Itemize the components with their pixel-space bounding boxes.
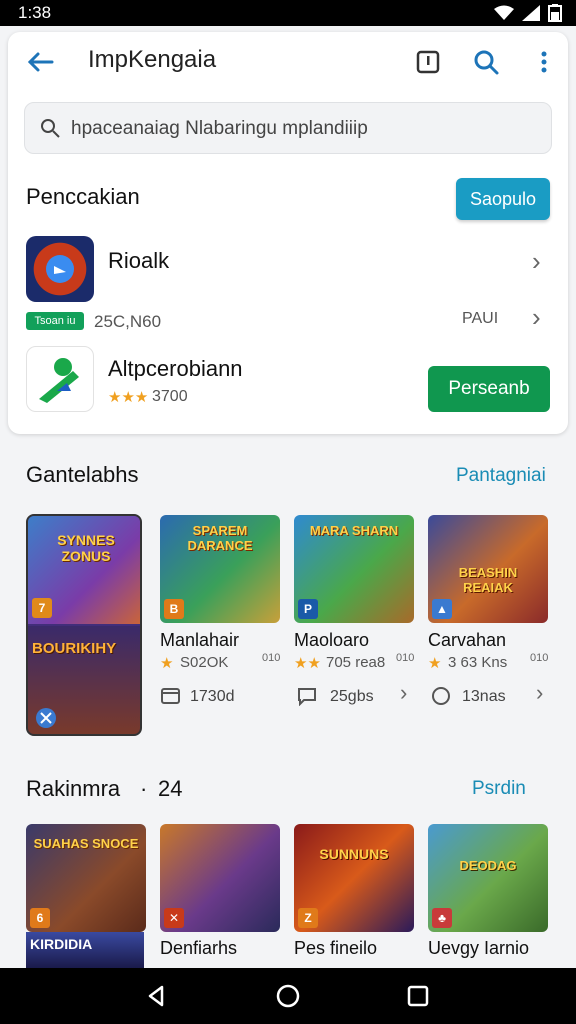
info-icon[interactable] [412,46,444,78]
featured-top-text: SYNNES ZONUS [57,532,115,564]
top-card: ImpKengaia hpaceanaiag Nlabaringu mpland… [8,32,568,434]
app-right-label: PAUI [462,310,499,327]
app-logo-icon [46,255,74,283]
battery-icon [548,4,562,22]
star-rating-icon: ★★★ [108,389,149,406]
see-more-link[interactable]: Pantagniai [456,465,546,487]
section-heading: Gantelabhs [26,462,139,487]
game-banner: SPAREM DARANCE [187,523,253,553]
recents-nav-icon[interactable] [406,984,430,1008]
featured-bottom-text: BOURIKIHY [32,640,117,657]
back-nav-icon[interactable] [144,984,168,1008]
chevron-right-icon[interactable]: › [536,680,543,706]
game-tile[interactable]: MARA SHARN P [294,515,414,623]
game-badge-icon: 7 [32,598,52,618]
game-small-label: 010 [396,652,415,664]
search-icon [41,119,60,138]
game-name[interactable]: KIRDIDIA [30,936,92,952]
game-rating: 705 rea8 [326,654,386,671]
game-name[interactable]: Maoloaro [294,630,369,651]
game-badge-icon: ✕ [164,908,184,928]
game-name[interactable]: Uevgy Iarnio [428,938,529,959]
section-action-button[interactable]: Saopulo [456,178,550,220]
back-arrow-icon[interactable] [24,46,56,78]
featured-game-card[interactable]: SYNNES ZONUS 7 BOURIKIHY [26,514,142,736]
game-badge-icon: Z [298,908,318,928]
star-rating-icon: ★★ [294,655,321,672]
section-count: 24 [158,776,183,801]
star-rating-icon: ★ [428,655,442,672]
game-badge-icon: ♣ [432,908,452,928]
game-small-label: 010 [262,652,281,664]
game-badge-icon: B [164,599,184,619]
app-rating: 3700 [152,388,188,405]
app-title: ImpKengaia [88,46,217,73]
app-bar: ImpKengaia [8,32,568,92]
more-vert-icon[interactable] [528,46,560,78]
game-banner: BEASHIN REAIAK [458,565,518,595]
chevron-right-icon[interactable]: › [532,246,541,277]
game-rating: 3 63 Kns [448,654,508,671]
search-placeholder: hpaceanaiag Nlabaringu mplandiiip [71,118,368,139]
game-tile[interactable]: SUNNUNS Z [294,824,414,932]
game-badge-icon: ▲ [432,599,452,619]
home-nav-icon[interactable] [276,984,300,1008]
game-name[interactable]: Carvahan [428,630,506,651]
search-input[interactable]: hpaceanaiag Nlabaringu mplandiiip [24,102,552,154]
location-pin-icon [432,687,450,705]
game-meta: 25gbs [330,688,374,705]
game-tile[interactable]: SUAHAS SNOCE 6 [26,824,146,932]
storage-icon [161,688,180,704]
app-name[interactable]: Altpcerobiann [108,356,243,382]
chevron-right-icon[interactable]: › [400,680,407,706]
section-separator: · [140,776,148,801]
featured-card-strip: KIRDIDIA [26,932,144,968]
section-title: Penccakian [26,184,140,209]
status-bar: 1:38 [0,0,576,26]
section-heading: Rakinmra [26,776,121,801]
game-banner: MARA SHARN [309,523,399,538]
game-meta: 13nas [462,688,506,705]
game-banner: SUAHAS SNOCE [33,836,139,851]
game-banner: SUNNUNS [319,846,389,862]
status-badge: Tsoan iu [26,312,84,330]
game-name[interactable]: Denfiarhs [160,938,237,959]
game-meta: 1730d [190,688,235,705]
game-tile[interactable]: SPAREM DARANCE B [160,515,280,623]
game-name[interactable]: Manlahair [160,630,239,651]
game-tile[interactable]: ✕ [160,824,280,932]
search-icon[interactable] [470,46,502,78]
game-name[interactable]: Pes fineilo [294,938,377,959]
game-badge-icon [36,708,56,728]
system-nav-bar [0,968,576,1024]
app-name[interactable]: Rioalk [108,248,169,274]
app-icon-rioalk[interactable] [26,236,94,302]
game-tile[interactable]: DEODAG ♣ [428,824,548,932]
wifi-icon [494,5,514,20]
game-small-label: 010 [530,652,549,664]
app-icon-altpcerobiann[interactable] [26,346,94,412]
game-rating: S02OK [180,654,229,671]
star-rating-icon: ★ [160,655,174,672]
app-meta: 25C,N60 [94,312,162,331]
chevron-right-icon[interactable]: › [532,302,541,333]
game-badge-icon: 6 [30,908,50,928]
install-button[interactable]: Perseanb [428,366,550,412]
game-banner: DEODAG [459,858,517,873]
game-tile[interactable]: BEASHIN REAIAK ▲ [428,515,548,623]
comment-icon [298,688,316,706]
app-logo-icon [39,358,79,403]
signal-icon [522,5,540,21]
status-time: 1:38 [18,3,52,22]
see-more-link[interactable]: Psrdin [472,778,526,800]
game-badge-icon: P [298,599,318,619]
